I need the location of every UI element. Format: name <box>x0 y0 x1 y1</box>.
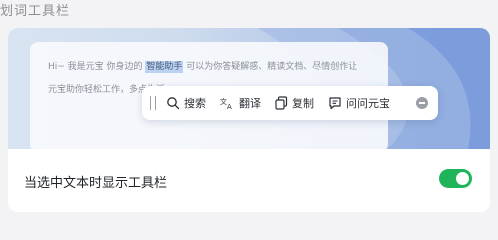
show-toolbar-setting-label: 当选中文本时显示工具栏 <box>24 176 168 191</box>
copy-icon <box>275 96 288 110</box>
preview-area: Hi~ 我是元宝 你身边的 智能助手 可以为你答疑解惑、精读文档、尽情创作让 元… <box>8 28 490 149</box>
toggle-knob <box>456 172 469 185</box>
copy-button[interactable]: 复制 <box>275 86 314 120</box>
search-icon <box>167 97 180 110</box>
toolbar-settings-card: Hi~ 我是元宝 你身边的 智能助手 可以为你答疑解惑、精读文档、尽情创作让 元… <box>8 28 490 212</box>
sample-text-after: 可以为你答疑解惑、精读文档、尽情创作让 <box>186 62 358 72</box>
minus-circle-icon[interactable] <box>416 97 428 109</box>
ask-yuanbao-button[interactable]: 问问元宝 <box>328 86 390 120</box>
ask-yuanbao-button-label: 问问元宝 <box>346 97 390 110</box>
selected-text[interactable]: 智能助手 <box>145 61 184 73</box>
search-button-label: 搜索 <box>184 97 206 110</box>
sample-text-before: Hi~ 我是元宝 你身边的 <box>48 62 143 72</box>
svg-text:文: 文 <box>220 97 227 106</box>
show-toolbar-toggle[interactable] <box>439 169 472 188</box>
copy-button-label: 复制 <box>292 97 314 110</box>
selection-toolbar: 搜索 文 A 翻译 复制 问问元宝 <box>142 86 438 120</box>
translate-button-label: 翻译 <box>239 97 261 110</box>
svg-text:A: A <box>227 103 232 110</box>
sample-text-line-1: Hi~ 我是元宝 你身边的 智能助手 可以为你答疑解惑、精读文档、尽情创作让 <box>48 59 358 73</box>
show-toolbar-setting-row: 当选中文本时显示工具栏 <box>8 149 490 212</box>
drag-handle-icon[interactable] <box>150 96 156 110</box>
translate-icon: 文 A <box>220 97 232 110</box>
translate-button[interactable]: 文 A 翻译 <box>220 86 261 120</box>
search-button[interactable]: 搜索 <box>166 86 206 120</box>
chat-icon <box>329 97 341 110</box>
section-title: 划词工具栏 <box>0 4 71 19</box>
